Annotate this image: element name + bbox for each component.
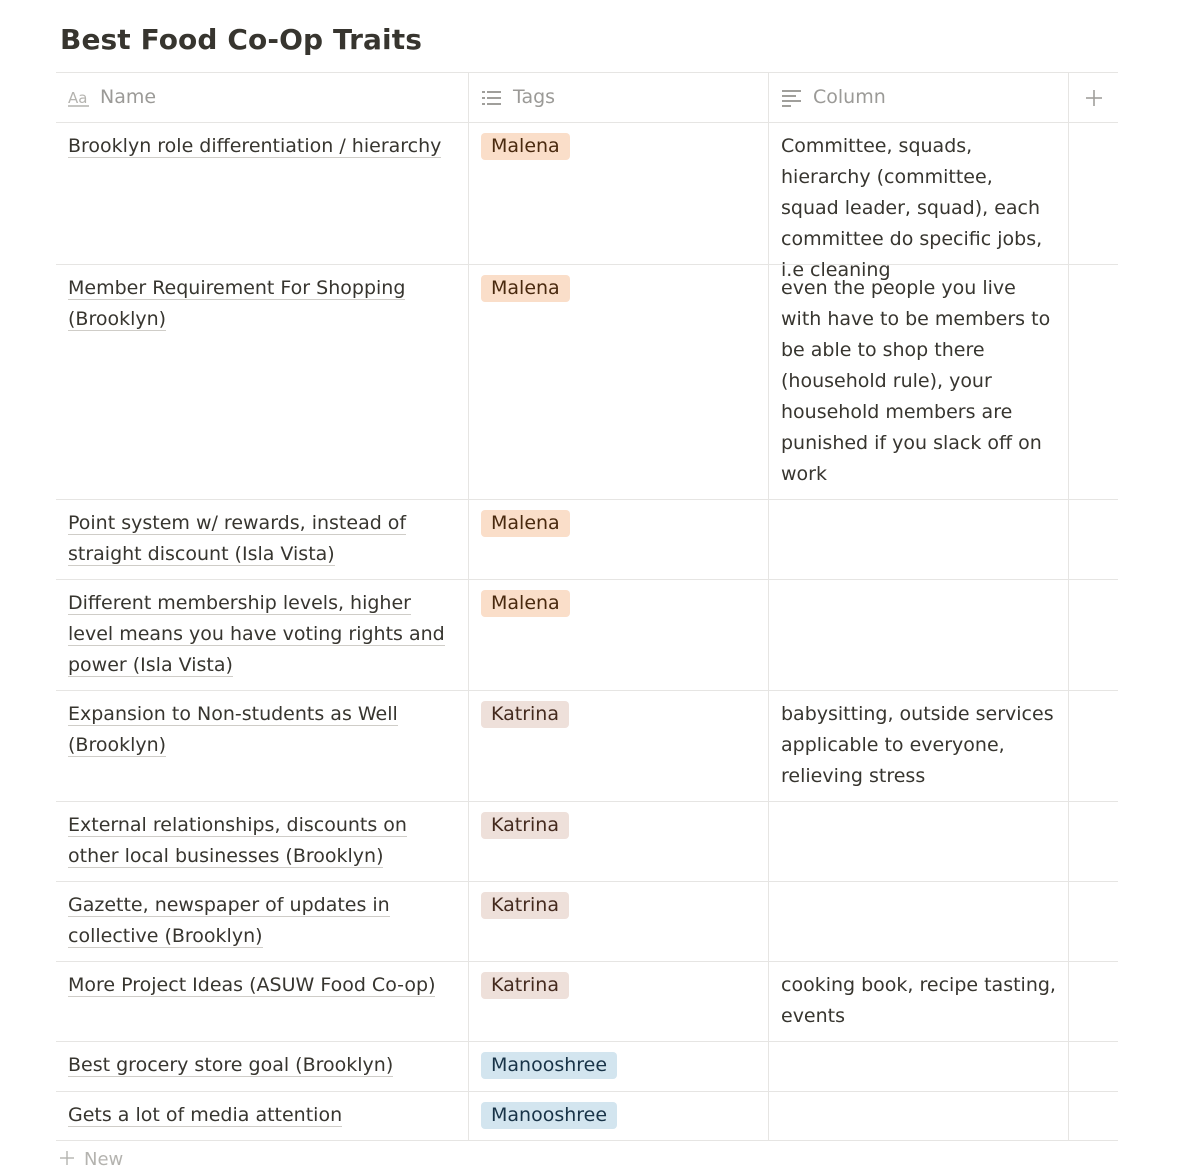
empty-cell: [1069, 882, 1118, 961]
table-row[interactable]: Gazette, newspaper of updates in collect…: [56, 882, 1118, 962]
add-property-button[interactable]: [1069, 73, 1118, 122]
tags-cell[interactable]: Katrina: [469, 691, 769, 801]
empty-cell: [1069, 691, 1118, 801]
tag-badge: Malena: [481, 590, 570, 617]
tag-badge: Malena: [481, 133, 570, 160]
table-row[interactable]: External relationships, discounts on oth…: [56, 802, 1118, 882]
table-row[interactable]: Point system w/ rewards, instead of stra…: [56, 500, 1118, 580]
tags-cell[interactable]: Malena: [469, 500, 769, 579]
empty-cell: [1069, 1042, 1118, 1091]
column-text: Committee, squads, hierarchy (committee,…: [781, 135, 1043, 281]
empty-cell: [1069, 123, 1118, 264]
empty-cell: [1069, 1092, 1118, 1140]
column-cell[interactable]: [769, 1092, 1069, 1140]
column-cell[interactable]: even the people you live with have to be…: [769, 265, 1069, 499]
column-cell[interactable]: babysitting, outside services applicable…: [769, 691, 1069, 801]
column-cell[interactable]: [769, 882, 1069, 961]
column-cell[interactable]: [769, 580, 1069, 690]
column-header-name[interactable]: Aa Name: [56, 73, 469, 122]
column-header-column[interactable]: Column: [769, 73, 1069, 122]
name-cell[interactable]: Best grocery store goal (Brooklyn): [56, 1042, 469, 1091]
new-row-label: New: [84, 1149, 124, 1170]
column-text: even the people you live with have to be…: [781, 277, 1051, 485]
column-cell[interactable]: [769, 802, 1069, 881]
tag-badge: Katrina: [481, 972, 569, 999]
name-cell[interactable]: More Project Ideas (ASUW Food Co-op): [56, 962, 469, 1041]
tags-cell[interactable]: Malena: [469, 265, 769, 499]
table-row[interactable]: Different membership levels, higher leve…: [56, 580, 1118, 691]
plus-icon: [60, 1148, 74, 1172]
page-link[interactable]: Gazette, newspaper of updates in collect…: [68, 894, 390, 948]
table-header-row: Aa Name Tags Column: [56, 73, 1118, 123]
table-row[interactable]: Best grocery store goal (Brooklyn) Manoos…: [56, 1042, 1118, 1092]
column-text: babysitting, outside services applicable…: [781, 703, 1054, 787]
page-link[interactable]: Member Requirement For Shopping (Brookly…: [68, 277, 406, 331]
column-cell[interactable]: Committee, squads, hierarchy (committee,…: [769, 123, 1069, 281]
database-table: Aa Name Tags Column Brooklyn role differ…: [56, 72, 1118, 1141]
table-row[interactable]: Brooklyn role differentiation / hierarch…: [56, 123, 1118, 281]
column-header-tags[interactable]: Tags: [469, 73, 769, 122]
empty-cell: [1069, 802, 1118, 881]
column-text: cooking book, recipe tasting, events: [781, 974, 1056, 1027]
column-cell[interactable]: [769, 1042, 1069, 1091]
name-cell[interactable]: Different membership levels, higher leve…: [56, 580, 469, 690]
tag-badge: Katrina: [481, 812, 569, 839]
tag-badge: Malena: [481, 510, 570, 537]
tags-cell[interactable]: Malena: [469, 580, 769, 690]
page-link[interactable]: Point system w/ rewards, instead of stra…: [68, 512, 407, 566]
tags-cell[interactable]: Malena: [469, 123, 769, 264]
table-body: Brooklyn role differentiation / hierarch…: [56, 123, 1118, 1141]
multi-select-list-icon: [481, 87, 503, 109]
tags-cell[interactable]: Manooshree: [469, 1092, 769, 1140]
name-cell[interactable]: External relationships, discounts on oth…: [56, 802, 469, 881]
name-cell[interactable]: Gazette, newspaper of updates in collect…: [56, 882, 469, 961]
table-row[interactable]: Member Requirement For Shopping (Brookly…: [56, 265, 1118, 500]
svg-text:Aa: Aa: [68, 89, 87, 107]
page-link[interactable]: Expansion to Non-students as Well (Brook…: [68, 703, 398, 757]
name-cell[interactable]: Gets a lot of media attention: [56, 1092, 469, 1140]
name-cell[interactable]: Point system w/ rewards, instead of stra…: [56, 500, 469, 579]
column-cell[interactable]: cooking book, recipe tasting, events: [769, 962, 1069, 1041]
empty-cell: [1069, 265, 1118, 499]
page-link[interactable]: Brooklyn role differentiation / hierarch…: [68, 135, 442, 158]
column-header-tags-label: Tags: [513, 86, 556, 108]
tags-cell[interactable]: Katrina: [469, 962, 769, 1041]
text-lines-icon: [781, 87, 803, 109]
tag-badge: Malena: [481, 275, 570, 302]
tag-badge: Manooshree: [481, 1052, 618, 1079]
table-row[interactable]: Gets a lot of media attention Manooshree: [56, 1092, 1118, 1141]
name-cell[interactable]: Member Requirement For Shopping (Brookly…: [56, 265, 469, 499]
page-link[interactable]: More Project Ideas (ASUW Food Co-op): [68, 974, 436, 997]
tags-cell[interactable]: Katrina: [469, 882, 769, 961]
tag-badge: Katrina: [481, 892, 569, 919]
page-link[interactable]: External relationships, discounts on oth…: [68, 814, 407, 868]
page-title: Best Food Co-Op Traits: [60, 23, 422, 56]
tag-badge: Manooshree: [481, 1102, 618, 1129]
tags-cell[interactable]: Manooshree: [469, 1042, 769, 1091]
page-link[interactable]: Gets a lot of media attention: [68, 1104, 343, 1127]
table-row[interactable]: Expansion to Non-students as Well (Brook…: [56, 691, 1118, 802]
empty-cell: [1069, 500, 1118, 579]
tag-badge: Katrina: [481, 701, 569, 728]
plus-icon: [1083, 87, 1105, 109]
text-property-icon: Aa: [68, 87, 90, 109]
page-link[interactable]: Best grocery store goal (Brooklyn): [68, 1054, 394, 1077]
name-cell[interactable]: Brooklyn role differentiation / hierarch…: [56, 123, 469, 264]
table-row[interactable]: More Project Ideas (ASUW Food Co-op) Katr…: [56, 962, 1118, 1042]
column-header-column-label: Column: [813, 86, 886, 108]
new-row-button[interactable]: New: [60, 1148, 123, 1170]
page-link[interactable]: Different membership levels, higher leve…: [68, 592, 445, 677]
empty-cell: [1069, 962, 1118, 1041]
empty-cell: [1069, 580, 1118, 690]
column-header-name-label: Name: [100, 86, 157, 108]
tags-cell[interactable]: Katrina: [469, 802, 769, 881]
column-cell[interactable]: [769, 500, 1069, 579]
name-cell[interactable]: Expansion to Non-students as Well (Brook…: [56, 691, 469, 801]
